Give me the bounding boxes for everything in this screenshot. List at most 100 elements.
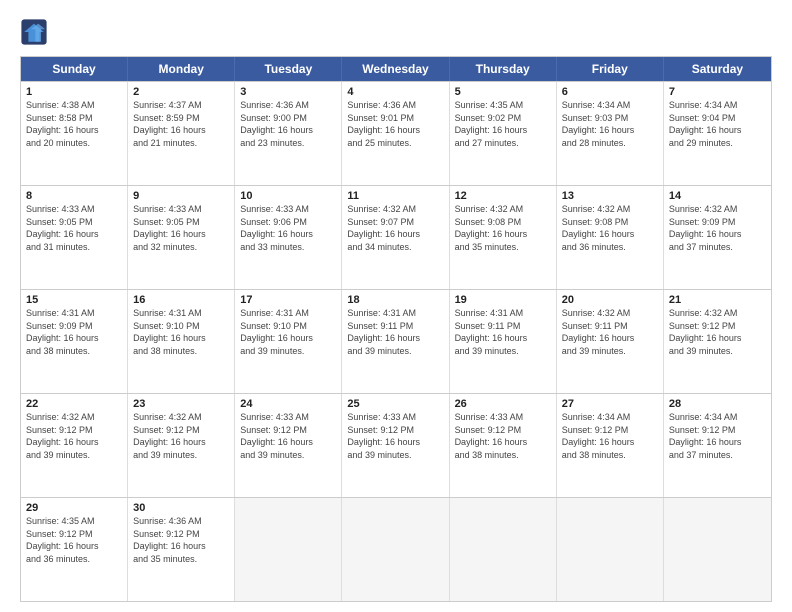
day-number: 9 (133, 190, 229, 202)
day-cell-3: 3Sunrise: 4:36 AM Sunset: 9:00 PM Daylig… (235, 82, 342, 185)
day-number: 29 (26, 502, 122, 514)
calendar-body: 1Sunrise: 4:38 AM Sunset: 8:58 PM Daylig… (21, 81, 771, 601)
day-info: Sunrise: 4:32 AM Sunset: 9:07 PM Dayligh… (347, 203, 443, 253)
day-number: 14 (669, 190, 766, 202)
week-row-4: 22Sunrise: 4:32 AM Sunset: 9:12 PM Dayli… (21, 393, 771, 497)
day-number: 19 (455, 294, 551, 306)
day-info: Sunrise: 4:36 AM Sunset: 9:12 PM Dayligh… (133, 515, 229, 565)
day-number: 18 (347, 294, 443, 306)
day-number: 26 (455, 398, 551, 410)
day-info: Sunrise: 4:36 AM Sunset: 9:01 PM Dayligh… (347, 99, 443, 149)
day-cell-11: 11Sunrise: 4:32 AM Sunset: 9:07 PM Dayli… (342, 186, 449, 289)
logo-icon (20, 18, 48, 46)
day-number: 6 (562, 86, 658, 98)
calendar: SundayMondayTuesdayWednesdayThursdayFrid… (20, 56, 772, 602)
day-info: Sunrise: 4:38 AM Sunset: 8:58 PM Dayligh… (26, 99, 122, 149)
day-info: Sunrise: 4:33 AM Sunset: 9:12 PM Dayligh… (347, 411, 443, 461)
logo (20, 18, 52, 46)
page: SundayMondayTuesdayWednesdayThursdayFrid… (0, 0, 792, 612)
day-cell-1: 1Sunrise: 4:38 AM Sunset: 8:58 PM Daylig… (21, 82, 128, 185)
day-number: 20 (562, 294, 658, 306)
day-info: Sunrise: 4:31 AM Sunset: 9:11 PM Dayligh… (455, 307, 551, 357)
day-number: 27 (562, 398, 658, 410)
header (20, 18, 772, 46)
day-number: 21 (669, 294, 766, 306)
day-number: 16 (133, 294, 229, 306)
day-info: Sunrise: 4:37 AM Sunset: 8:59 PM Dayligh… (133, 99, 229, 149)
empty-cell (342, 498, 449, 601)
day-number: 8 (26, 190, 122, 202)
weekday-header-friday: Friday (557, 57, 664, 81)
day-info: Sunrise: 4:33 AM Sunset: 9:12 PM Dayligh… (455, 411, 551, 461)
day-cell-30: 30Sunrise: 4:36 AM Sunset: 9:12 PM Dayli… (128, 498, 235, 601)
day-number: 30 (133, 502, 229, 514)
day-info: Sunrise: 4:33 AM Sunset: 9:05 PM Dayligh… (26, 203, 122, 253)
day-cell-22: 22Sunrise: 4:32 AM Sunset: 9:12 PM Dayli… (21, 394, 128, 497)
day-info: Sunrise: 4:32 AM Sunset: 9:12 PM Dayligh… (26, 411, 122, 461)
week-row-2: 8Sunrise: 4:33 AM Sunset: 9:05 PM Daylig… (21, 185, 771, 289)
day-info: Sunrise: 4:34 AM Sunset: 9:04 PM Dayligh… (669, 99, 766, 149)
day-cell-16: 16Sunrise: 4:31 AM Sunset: 9:10 PM Dayli… (128, 290, 235, 393)
day-info: Sunrise: 4:36 AM Sunset: 9:00 PM Dayligh… (240, 99, 336, 149)
weekday-header-tuesday: Tuesday (235, 57, 342, 81)
day-info: Sunrise: 4:33 AM Sunset: 9:12 PM Dayligh… (240, 411, 336, 461)
empty-cell (557, 498, 664, 601)
day-cell-12: 12Sunrise: 4:32 AM Sunset: 9:08 PM Dayli… (450, 186, 557, 289)
day-cell-2: 2Sunrise: 4:37 AM Sunset: 8:59 PM Daylig… (128, 82, 235, 185)
day-cell-7: 7Sunrise: 4:34 AM Sunset: 9:04 PM Daylig… (664, 82, 771, 185)
day-cell-21: 21Sunrise: 4:32 AM Sunset: 9:12 PM Dayli… (664, 290, 771, 393)
day-cell-15: 15Sunrise: 4:31 AM Sunset: 9:09 PM Dayli… (21, 290, 128, 393)
day-info: Sunrise: 4:32 AM Sunset: 9:12 PM Dayligh… (133, 411, 229, 461)
day-number: 7 (669, 86, 766, 98)
day-info: Sunrise: 4:34 AM Sunset: 9:12 PM Dayligh… (562, 411, 658, 461)
empty-cell (235, 498, 342, 601)
day-cell-26: 26Sunrise: 4:33 AM Sunset: 9:12 PM Dayli… (450, 394, 557, 497)
day-number: 28 (669, 398, 766, 410)
empty-cell (664, 498, 771, 601)
day-number: 1 (26, 86, 122, 98)
day-info: Sunrise: 4:32 AM Sunset: 9:11 PM Dayligh… (562, 307, 658, 357)
day-cell-9: 9Sunrise: 4:33 AM Sunset: 9:05 PM Daylig… (128, 186, 235, 289)
day-number: 25 (347, 398, 443, 410)
day-number: 4 (347, 86, 443, 98)
day-info: Sunrise: 4:34 AM Sunset: 9:12 PM Dayligh… (669, 411, 766, 461)
week-row-5: 29Sunrise: 4:35 AM Sunset: 9:12 PM Dayli… (21, 497, 771, 601)
day-cell-29: 29Sunrise: 4:35 AM Sunset: 9:12 PM Dayli… (21, 498, 128, 601)
weekday-header-saturday: Saturday (664, 57, 771, 81)
empty-cell (450, 498, 557, 601)
day-cell-13: 13Sunrise: 4:32 AM Sunset: 9:08 PM Dayli… (557, 186, 664, 289)
weekday-header-thursday: Thursday (450, 57, 557, 81)
day-cell-10: 10Sunrise: 4:33 AM Sunset: 9:06 PM Dayli… (235, 186, 342, 289)
day-number: 10 (240, 190, 336, 202)
weekday-header-sunday: Sunday (21, 57, 128, 81)
day-cell-25: 25Sunrise: 4:33 AM Sunset: 9:12 PM Dayli… (342, 394, 449, 497)
day-info: Sunrise: 4:33 AM Sunset: 9:05 PM Dayligh… (133, 203, 229, 253)
week-row-1: 1Sunrise: 4:38 AM Sunset: 8:58 PM Daylig… (21, 81, 771, 185)
day-number: 24 (240, 398, 336, 410)
day-cell-20: 20Sunrise: 4:32 AM Sunset: 9:11 PM Dayli… (557, 290, 664, 393)
weekday-header-monday: Monday (128, 57, 235, 81)
day-info: Sunrise: 4:32 AM Sunset: 9:08 PM Dayligh… (455, 203, 551, 253)
day-number: 17 (240, 294, 336, 306)
day-info: Sunrise: 4:31 AM Sunset: 9:10 PM Dayligh… (133, 307, 229, 357)
day-number: 15 (26, 294, 122, 306)
day-info: Sunrise: 4:34 AM Sunset: 9:03 PM Dayligh… (562, 99, 658, 149)
day-info: Sunrise: 4:31 AM Sunset: 9:09 PM Dayligh… (26, 307, 122, 357)
day-info: Sunrise: 4:32 AM Sunset: 9:08 PM Dayligh… (562, 203, 658, 253)
calendar-header: SundayMondayTuesdayWednesdayThursdayFrid… (21, 57, 771, 81)
day-cell-17: 17Sunrise: 4:31 AM Sunset: 9:10 PM Dayli… (235, 290, 342, 393)
day-cell-14: 14Sunrise: 4:32 AM Sunset: 9:09 PM Dayli… (664, 186, 771, 289)
day-cell-18: 18Sunrise: 4:31 AM Sunset: 9:11 PM Dayli… (342, 290, 449, 393)
day-number: 11 (347, 190, 443, 202)
day-number: 23 (133, 398, 229, 410)
day-cell-19: 19Sunrise: 4:31 AM Sunset: 9:11 PM Dayli… (450, 290, 557, 393)
day-cell-28: 28Sunrise: 4:34 AM Sunset: 9:12 PM Dayli… (664, 394, 771, 497)
day-number: 2 (133, 86, 229, 98)
day-number: 13 (562, 190, 658, 202)
day-info: Sunrise: 4:32 AM Sunset: 9:12 PM Dayligh… (669, 307, 766, 357)
day-info: Sunrise: 4:35 AM Sunset: 9:12 PM Dayligh… (26, 515, 122, 565)
day-info: Sunrise: 4:31 AM Sunset: 9:11 PM Dayligh… (347, 307, 443, 357)
day-cell-27: 27Sunrise: 4:34 AM Sunset: 9:12 PM Dayli… (557, 394, 664, 497)
day-number: 5 (455, 86, 551, 98)
day-cell-8: 8Sunrise: 4:33 AM Sunset: 9:05 PM Daylig… (21, 186, 128, 289)
